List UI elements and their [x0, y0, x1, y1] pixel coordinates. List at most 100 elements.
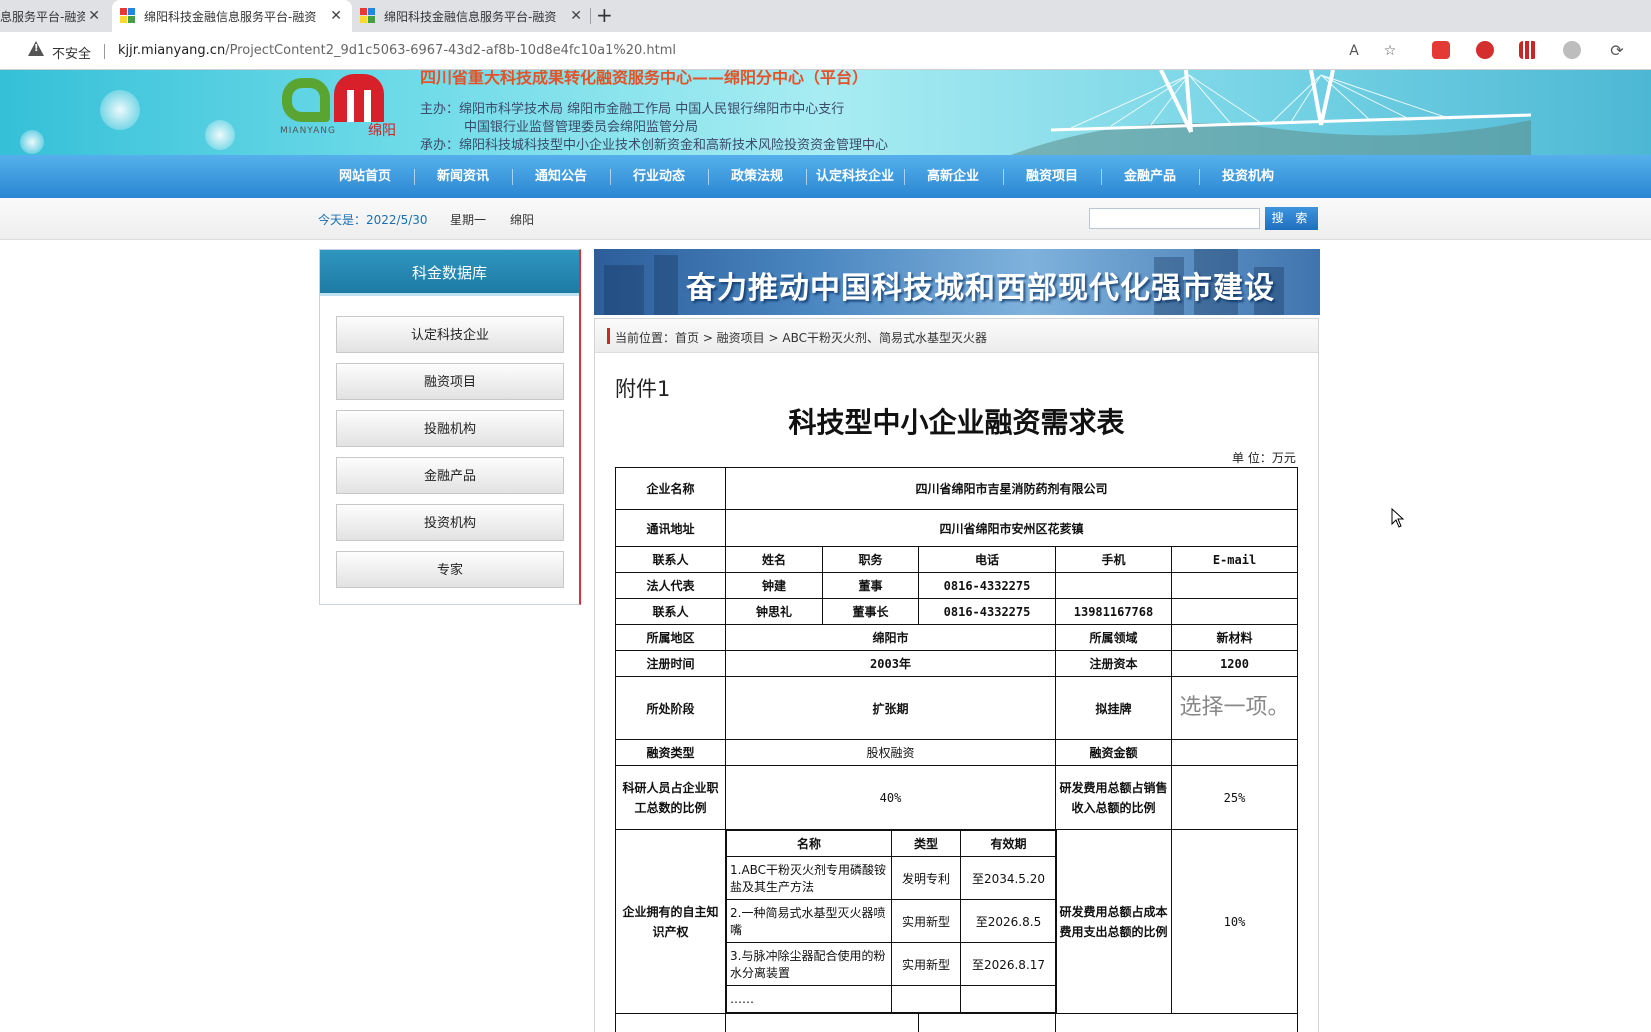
ip-subtable-cell: 名称 类型 有效期 1.ABC干粉灭火剂专用磷酸铵盐及其生产方法 发明专利 至2…	[725, 829, 1057, 1014]
table-cell: ……	[726, 985, 892, 1013]
table-cell: 姓名	[725, 546, 823, 573]
company-name: 四川省绵阳市吉星消防药剂有限公司	[724, 467, 1299, 510]
browser-tab-1[interactable]: 息服务平台-融资 ✕	[0, 0, 110, 32]
financing-table: 企业名称 四川省绵阳市吉星消防药剂有限公司 通讯地址 四川省绵阳市安州区花荄镇 …	[615, 467, 1299, 1032]
url-text[interactable]: kjjr.mianyang.cn/ProjectContent2_9d1c506…	[118, 43, 676, 58]
nav-item-financial-products[interactable]: 金融产品	[1100, 155, 1200, 198]
field-value: 新材料	[1170, 624, 1299, 651]
today-date: 2022/5/30	[366, 213, 428, 227]
search-input[interactable]	[1089, 208, 1260, 229]
sponsor-line: 承办：绵阳科技城科技型中小企业技术创新资金和高新技术风险投资资金管理中心	[420, 138, 889, 153]
sidebar-item-financing-projects[interactable]: 融资项目	[336, 363, 564, 400]
table-cell: 0816-4332275	[918, 598, 1056, 625]
table-row: 通讯地址 四川省绵阳市安州区花荄镇	[615, 509, 1299, 547]
url-path: /ProjectContent2_9d1c5063-6967-43d2-af8b…	[225, 43, 676, 58]
insecure-label[interactable]: 不安全	[52, 43, 91, 62]
address-value: 四川省绵阳市安州区花荄镇	[724, 509, 1299, 547]
table-cell: 手机	[1055, 546, 1172, 573]
table-row	[615, 1013, 1299, 1032]
close-icon[interactable]: ✕	[330, 8, 342, 24]
table-cell: 13981167768	[1055, 598, 1172, 625]
table-cell	[1054, 1013, 1299, 1032]
extensions-puzzle-icon[interactable]: ⟳	[1607, 41, 1627, 61]
table-row: 企业名称 四川省绵阳市吉星消防药剂有限公司	[615, 467, 1299, 510]
favorite-star-icon[interactable]: ☆	[1380, 41, 1400, 61]
table-cell: 1.ABC干粉灭火剂专用磷酸铵盐及其生产方法	[726, 856, 892, 900]
tab-title: 绵阳科技金融信息服务平台-融资	[384, 9, 556, 24]
rd-revenue-value: 25%	[1170, 765, 1299, 830]
close-icon[interactable]: ✕	[88, 8, 100, 24]
new-tab-icon[interactable]: +	[596, 3, 613, 27]
search-button[interactable]: 搜 索	[1265, 207, 1318, 230]
table-cell: 名称	[726, 830, 892, 857]
table-row: ……	[726, 985, 1057, 1013]
sidebar-item-investment-orgs[interactable]: 投资机构	[336, 504, 564, 541]
sponsor-line: 主办：绵阳市科学技术局 绵阳市金融工作局 中国人民银行绵阳市中心支行	[420, 102, 845, 117]
table-cell: 职务	[822, 546, 919, 573]
sidebar-item-financial-products[interactable]: 金融产品	[336, 457, 564, 494]
unit-label: 单 位：万元	[1232, 451, 1296, 465]
nav-item-industry[interactable]: 行业动态	[609, 155, 709, 198]
logo-chinese: 绵阳	[368, 123, 396, 139]
field-label: 所属领域	[1055, 624, 1172, 651]
table-cell: 2.一种简易式水基型灭火器喷嘴	[726, 899, 892, 943]
rd-staff-value: 40%	[725, 765, 1056, 830]
read-aloud-icon[interactable]: A	[1344, 41, 1364, 61]
table-row: 法人代表 钟建 董事 0816-4332275	[615, 572, 1299, 599]
nav-item-financing[interactable]: 融资项目	[1002, 155, 1102, 198]
nav-item-home[interactable]: 网站首页	[315, 155, 415, 198]
sidebar-item-investment-financing-orgs[interactable]: 投融机构	[336, 410, 564, 447]
site-banner: MIANYANG 绵阳 四川省重大科技成果转化融资服务中心——绵阳分中心（平台）…	[0, 70, 1651, 155]
address-bar[interactable]: 不安全 kjjr.mianyang.cn/ProjectContent2_9d1…	[0, 32, 1651, 70]
sidebar-item-certified-tech[interactable]: 认定科技企业	[336, 316, 564, 353]
extension-gray-icon[interactable]	[1563, 41, 1581, 59]
table-cell: 实用新型	[891, 942, 961, 986]
sidebar: 科金数据库 认定科技企业 融资项目 投融机构 金融产品 投资机构 专家	[319, 249, 581, 605]
listing-select[interactable]: 选择一项。	[1170, 676, 1299, 740]
table-cell: 发明专利	[891, 856, 961, 900]
sidebar-item-experts[interactable]: 专家	[336, 551, 564, 588]
tab-divider	[590, 8, 591, 24]
extension-opera-icon[interactable]	[1476, 41, 1494, 59]
fin-amount-value	[1170, 739, 1299, 766]
nav-item-notices[interactable]: 通知公告	[511, 155, 611, 198]
table-cell: 有效期	[960, 830, 1057, 857]
close-icon[interactable]: ✕	[570, 8, 582, 24]
url-host: kjjr.mianyang.cn	[118, 43, 226, 58]
table-cell: E-mail	[1170, 546, 1299, 573]
breadcrumb: 当前位置：首页 > 融资项目 > ABC干粉灭火剂、简易式水基型灭火器	[595, 319, 1318, 353]
listing-label: 拟挂牌	[1055, 676, 1172, 740]
rd-cost-label: 研发费用总额占成本费用支出总额的比例	[1055, 829, 1172, 1014]
slogan-text: 奋力推动中国科技城和西部现代化强市建设	[686, 271, 1275, 306]
table-cell: 电话	[918, 546, 1056, 573]
table-cell	[615, 1013, 726, 1032]
extension-qr-icon[interactable]	[1519, 41, 1537, 59]
breadcrumb-text[interactable]: 当前位置：首页 > 融资项目 > ABC干粉灭火剂、简易式水基型灭火器	[615, 329, 987, 346]
browser-tab-3[interactable]: 绵阳科技金融信息服务平台-融资 ✕	[352, 0, 592, 32]
nav-item-high-tech[interactable]: 高新企业	[903, 155, 1003, 198]
table-row: 2.一种简易式水基型灭火器喷嘴 实用新型 至2026.8.5	[726, 899, 1057, 943]
table-row: 企业拥有的自主知识产权 名称 类型 有效期 1.ABC干粉灭火剂专用磷酸铵盐及其…	[615, 829, 1299, 1014]
today-text: 今天是：2022/5/30	[318, 211, 428, 228]
table-row: 1.ABC干粉灭火剂专用磷酸铵盐及其生产方法 发明专利 至2034.5.20	[726, 856, 1057, 900]
mouse-cursor-icon	[1391, 508, 1405, 528]
table-row: 3.与脉冲除尘器配合使用的粉水分离装置 实用新型 至2026.8.17	[726, 942, 1057, 986]
browser-tab-bar: 息服务平台-融资 ✕ 绵阳科技金融信息服务平台-融资 ✕ 绵阳科技金融信息服务平…	[0, 0, 1651, 32]
nav-item-investment-orgs[interactable]: 投资机构	[1198, 155, 1298, 198]
tab-title: 绵阳科技金融信息服务平台-融资	[144, 9, 316, 24]
table-cell: 联系人	[615, 546, 726, 573]
nav-item-certified-tech[interactable]: 认定科技企业	[805, 155, 905, 198]
warning-icon[interactable]	[28, 41, 44, 56]
address-label: 通讯地址	[615, 509, 726, 547]
extension-search-icon[interactable]	[1432, 41, 1450, 59]
region-value: 绵阳市	[725, 624, 1056, 651]
bridge-illustration	[1011, 70, 1531, 155]
address-divider	[104, 44, 105, 59]
rd-staff-label: 科研人员占企业职工总数的比例	[615, 765, 726, 830]
sidebar-title: 科金数据库	[320, 250, 579, 296]
nav-item-news[interactable]: 新闻资讯	[413, 155, 513, 198]
breadcrumb-marker	[607, 328, 610, 344]
browser-tab-2[interactable]: 绵阳科技金融信息服务平台-融资 ✕	[112, 0, 352, 32]
stage-value: 扩张期	[725, 676, 1056, 740]
nav-item-policy[interactable]: 政策法规	[707, 155, 807, 198]
